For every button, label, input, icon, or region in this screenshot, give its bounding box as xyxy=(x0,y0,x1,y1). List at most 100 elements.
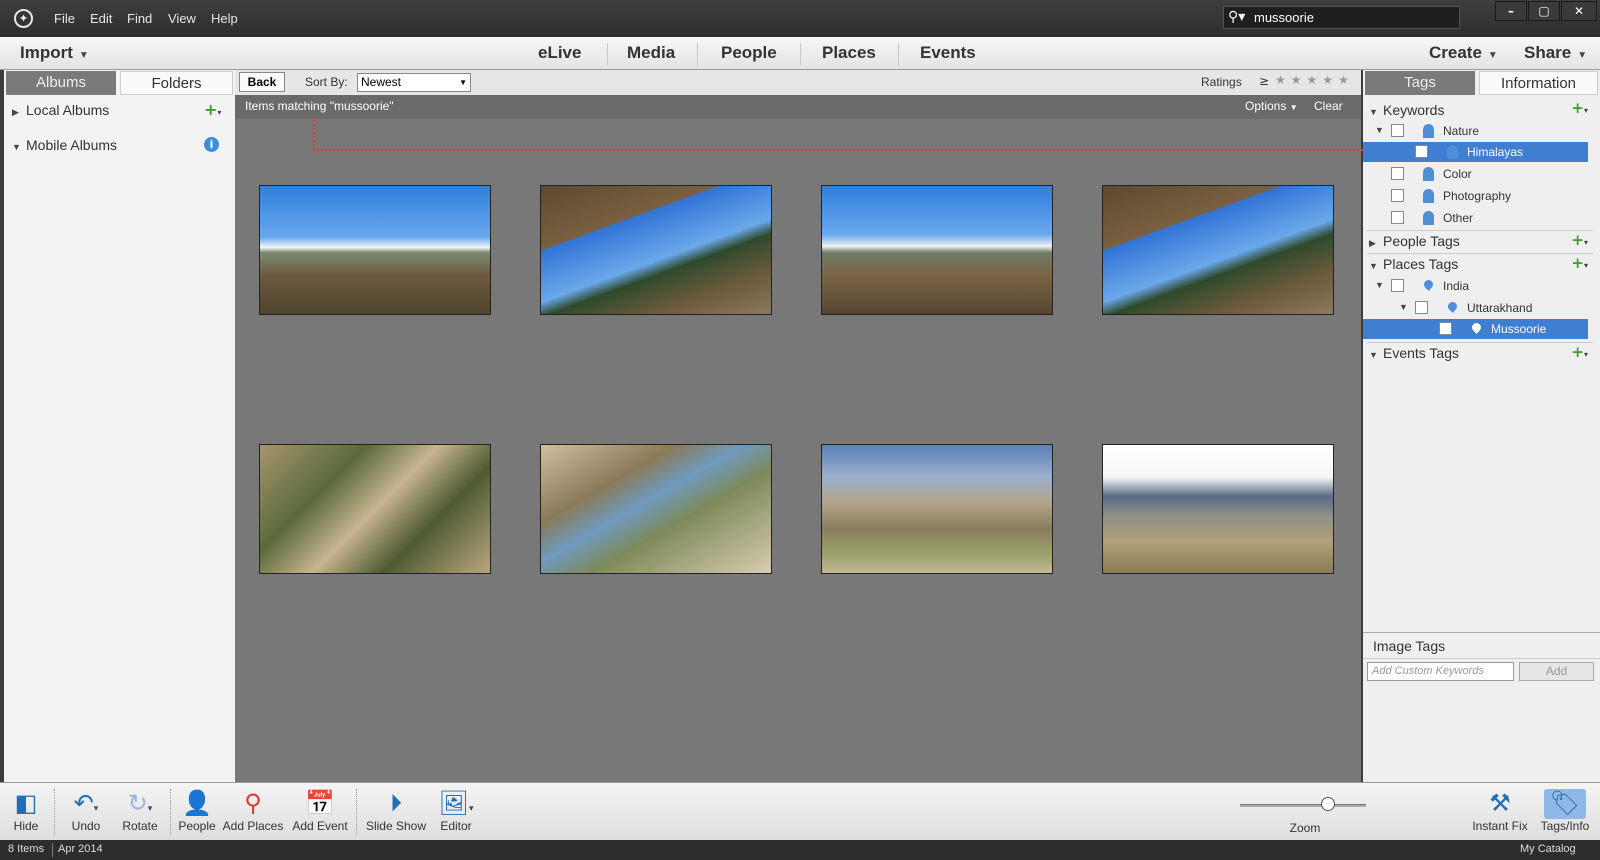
chevron-down-icon: ▼ xyxy=(1577,50,1588,61)
menu-edit[interactable]: Edit xyxy=(90,11,112,26)
menu-view[interactable]: View xyxy=(168,11,196,26)
minimize-button[interactable]: – xyxy=(1495,1,1527,21)
search-icon[interactable]: ⚲▾ xyxy=(1228,9,1245,25)
tab-places[interactable]: Places xyxy=(822,43,876,63)
tags-info-label: Tags/Info xyxy=(1540,819,1590,833)
create-button[interactable]: Create ▼ xyxy=(1429,43,1498,63)
tab-media[interactable]: Media xyxy=(627,43,675,63)
options-button[interactable]: Options ▼ xyxy=(1245,99,1298,113)
keyword-checkbox[interactable] xyxy=(1391,167,1404,180)
keyword-checkbox[interactable] xyxy=(1391,211,1404,224)
place-checkbox[interactable] xyxy=(1415,301,1428,314)
share-button[interactable]: Share ▼ xyxy=(1524,43,1587,63)
people-button[interactable]: 👤 People xyxy=(176,789,218,833)
photo-thumbnail[interactable] xyxy=(540,444,772,574)
import-button[interactable]: Import ▼ xyxy=(20,43,89,63)
nav-divider xyxy=(898,43,899,65)
keyword-item-nature[interactable]: ▼ Nature xyxy=(1363,121,1600,141)
mobile-albums-label: Mobile Albums xyxy=(26,137,118,153)
keyword-checkbox[interactable] xyxy=(1391,124,1404,137)
photo-thumbnail[interactable] xyxy=(1102,185,1334,315)
divider xyxy=(1367,253,1593,254)
people-tags-section[interactable]: ▶ People Tags xyxy=(1369,233,1460,249)
rotate-button[interactable]: ↻▾ Rotate xyxy=(116,789,164,833)
add-album-icon[interactable]: +▾ xyxy=(204,100,221,119)
sort-value: Newest xyxy=(361,75,402,89)
calendar-icon: 📅 xyxy=(305,790,335,817)
tab-folders[interactable]: Folders xyxy=(120,71,233,95)
star-icon[interactable]: ★ xyxy=(1322,73,1338,87)
places-tags-title: Places Tags xyxy=(1383,256,1459,272)
keyword-checkbox[interactable] xyxy=(1391,189,1404,202)
add-keyword-button[interactable]: Add xyxy=(1519,662,1594,681)
place-item-uttarakhand[interactable]: ▼ Uttarakhand xyxy=(1363,298,1600,318)
keyword-item-color[interactable]: Color xyxy=(1363,164,1600,184)
tab-information[interactable]: Information xyxy=(1479,71,1598,95)
add-place-tag-icon[interactable]: +▾ xyxy=(1571,254,1588,272)
info-icon[interactable]: i xyxy=(204,137,219,152)
tab-people[interactable]: People xyxy=(721,43,777,63)
photo-thumbnail[interactable] xyxy=(821,185,1053,315)
star-icon[interactable]: ★ xyxy=(1291,73,1307,87)
add-places-button[interactable]: ⚲ Add Places xyxy=(222,789,284,833)
tab-tags[interactable]: Tags xyxy=(1365,71,1475,95)
zoom-slider-track[interactable] xyxy=(1240,804,1366,807)
keyword-item-photography[interactable]: Photography xyxy=(1363,186,1600,206)
place-checkbox[interactable] xyxy=(1439,322,1452,335)
keyword-item-other[interactable]: Other xyxy=(1363,208,1600,228)
place-item-india[interactable]: ▼ India xyxy=(1363,276,1600,296)
ratings-label: Ratings xyxy=(1201,75,1242,89)
add-event-tag-icon[interactable]: +▾ xyxy=(1571,343,1588,361)
instant-fix-button[interactable]: ⚒ Instant Fix xyxy=(1470,789,1530,833)
star-icon[interactable]: ★ xyxy=(1275,73,1291,87)
place-item-mussoorie[interactable]: Mussoorie xyxy=(1363,319,1588,339)
menu-file[interactable]: File xyxy=(54,11,75,26)
tags-info-button[interactable]: 🏷 Tags/Info xyxy=(1536,789,1594,833)
catalog-name[interactable]: My Catalog xyxy=(1520,843,1576,855)
keyword-tag-icon xyxy=(1423,189,1434,203)
search-input[interactable]: mussoorie xyxy=(1254,10,1314,25)
nav-divider xyxy=(607,43,608,65)
keyword-label: Other xyxy=(1443,211,1474,225)
tab-elive[interactable]: eLive xyxy=(538,43,581,63)
photo-thumbnail[interactable] xyxy=(259,444,491,574)
add-event-button[interactable]: 📅 Add Event xyxy=(289,789,351,833)
maximize-button[interactable]: ▢ xyxy=(1528,1,1560,21)
rating-stars[interactable]: ★★★★★ xyxy=(1275,73,1354,87)
photo-thumbnail[interactable] xyxy=(259,185,491,315)
menu-find[interactable]: Find xyxy=(127,11,152,26)
hide-button[interactable]: ◧ Hide xyxy=(8,789,44,833)
chevron-right-icon: ▶ xyxy=(1369,238,1376,248)
chevron-down-icon: ▼ xyxy=(1375,125,1384,135)
add-keyword-icon[interactable]: +▾ xyxy=(1571,99,1588,117)
photo-thumbnail[interactable] xyxy=(821,444,1053,574)
chevron-down-icon: ▼ xyxy=(1487,50,1498,61)
slide-show-button[interactable]: ⏵ Slide Show xyxy=(364,789,428,833)
events-tags-section[interactable]: ▼ Events Tags xyxy=(1369,345,1459,361)
star-icon[interactable]: ★ xyxy=(1338,73,1354,87)
photo-thumbnail[interactable] xyxy=(540,185,772,315)
back-button[interactable]: Back xyxy=(239,72,285,92)
close-button[interactable]: ✕ xyxy=(1561,1,1597,21)
search-box[interactable]: ⚲▾ mussoorie xyxy=(1223,6,1460,29)
tab-albums[interactable]: Albums xyxy=(6,71,116,95)
add-people-tag-icon[interactable]: +▾ xyxy=(1571,231,1588,249)
undo-button[interactable]: ↶▾ Undo xyxy=(64,789,108,833)
keyword-checkbox[interactable] xyxy=(1415,145,1428,158)
places-tags-section[interactable]: ▼ Places Tags xyxy=(1369,256,1458,272)
editor-button[interactable]: 🖼▾ Editor xyxy=(434,789,478,833)
star-icon[interactable]: ★ xyxy=(1307,73,1323,87)
custom-keyword-input[interactable]: Add Custom Keywords xyxy=(1367,662,1514,681)
keyword-item-himalayas[interactable]: Himalayas xyxy=(1363,142,1588,162)
zoom-slider-thumb[interactable] xyxy=(1321,797,1336,811)
keyword-tag-icon xyxy=(1423,211,1434,225)
tab-events[interactable]: Events xyxy=(920,43,976,63)
sort-select[interactable]: Newest ▼ xyxy=(357,73,471,92)
keywords-section[interactable]: ▼ Keywords xyxy=(1369,102,1444,118)
local-albums-item[interactable]: ▶ Local Albums xyxy=(12,102,109,118)
clear-button[interactable]: Clear xyxy=(1314,99,1343,113)
photo-thumbnail[interactable] xyxy=(1102,444,1334,574)
menu-help[interactable]: Help xyxy=(211,11,238,26)
mobile-albums-item[interactable]: ▼ Mobile Albums xyxy=(12,137,117,153)
place-checkbox[interactable] xyxy=(1391,279,1404,292)
